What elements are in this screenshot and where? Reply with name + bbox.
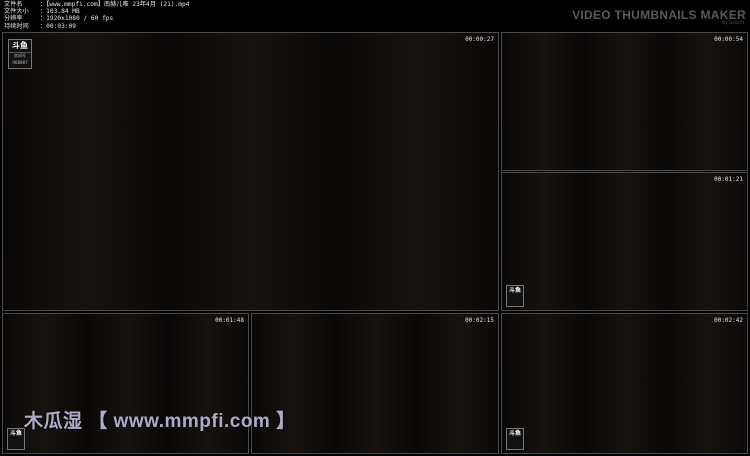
thumbnail-frame-1[interactable]: 斗鱼房间号 968987 00:00:27 bbox=[2, 32, 499, 311]
info-value: ：【www.mmpfi.com】南赫儿唯 23年4月 (21).mp4 bbox=[40, 1, 190, 8]
frame-panel bbox=[585, 173, 667, 310]
frame-panel bbox=[169, 33, 335, 310]
frame-panel bbox=[335, 33, 498, 310]
frame-panel bbox=[585, 314, 667, 453]
frame-panel bbox=[3, 33, 169, 310]
logo-text: 房间号 bbox=[9, 52, 31, 59]
timestamp: 00:00:27 bbox=[465, 36, 494, 43]
logo-text: 968987 bbox=[12, 60, 28, 65]
frame-panel bbox=[667, 33, 747, 170]
channel-logo: 斗鱼 bbox=[7, 428, 25, 450]
timestamp: 00:01:48 bbox=[215, 317, 244, 324]
timestamp: 00:02:42 bbox=[714, 317, 743, 324]
logo-text: 斗鱼 bbox=[12, 41, 28, 50]
frame-panel bbox=[585, 33, 667, 170]
info-label: 持续时间 bbox=[4, 22, 29, 30]
info-value: ：00:03:09 bbox=[40, 22, 76, 30]
thumbnail-sheet: { "meta": { "rows": [ {"label": "文件名", "… bbox=[0, 0, 750, 456]
logo-text: 斗鱼 bbox=[9, 430, 22, 437]
frame-panel bbox=[502, 33, 585, 170]
timestamp: 00:02:15 bbox=[465, 317, 494, 324]
frame-panel bbox=[417, 314, 498, 453]
info-row-filename: 文件名 ：【www.mmpfi.com】南赫儿唯 23年4月 (21).mp4 bbox=[4, 1, 189, 8]
logo-text: 斗鱼 bbox=[508, 287, 521, 294]
timestamp: 00:00:54 bbox=[714, 36, 743, 43]
channel-logo: 斗鱼 bbox=[506, 285, 524, 307]
frame-panel bbox=[667, 173, 747, 310]
info-row-duration: 持续时间 ：00:03:09 bbox=[4, 23, 189, 30]
logo-text: 斗鱼 bbox=[508, 430, 521, 437]
header: 文件名 ：【www.mmpfi.com】南赫儿唯 23年4月 (21).mp4 文… bbox=[0, 0, 750, 30]
info-label: 分辨率 bbox=[4, 15, 23, 23]
frame-panel bbox=[335, 314, 417, 453]
frame-panel bbox=[667, 314, 747, 453]
file-info: 文件名 ：【www.mmpfi.com】南赫儿唯 23年4月 (21).mp4 文… bbox=[4, 1, 189, 30]
info-row-resolution: 分辨率 ：1920x1080 / 60 fps bbox=[4, 15, 189, 22]
site-watermark: 木瓜湿 【 www.mmpfi.com 】 bbox=[24, 411, 296, 432]
channel-logo: 斗鱼 bbox=[506, 428, 524, 450]
brand-title: VIDEO THUMBNAILS MAKER bbox=[572, 8, 746, 22]
timestamp: 00:01:21 bbox=[714, 176, 743, 183]
brand-subtitle: by Scisoft bbox=[722, 20, 744, 26]
thumbnail-frame-6[interactable]: 斗鱼 00:02:42 bbox=[501, 313, 748, 454]
channel-logo: 斗鱼房间号 968987 bbox=[8, 39, 32, 69]
thumbnail-frame-2[interactable]: 00:00:54 bbox=[501, 32, 748, 171]
thumbnail-frame-3[interactable]: 斗鱼 00:01:21 bbox=[501, 172, 748, 311]
info-value: ：1920x1080 / 60 fps bbox=[40, 15, 114, 23]
